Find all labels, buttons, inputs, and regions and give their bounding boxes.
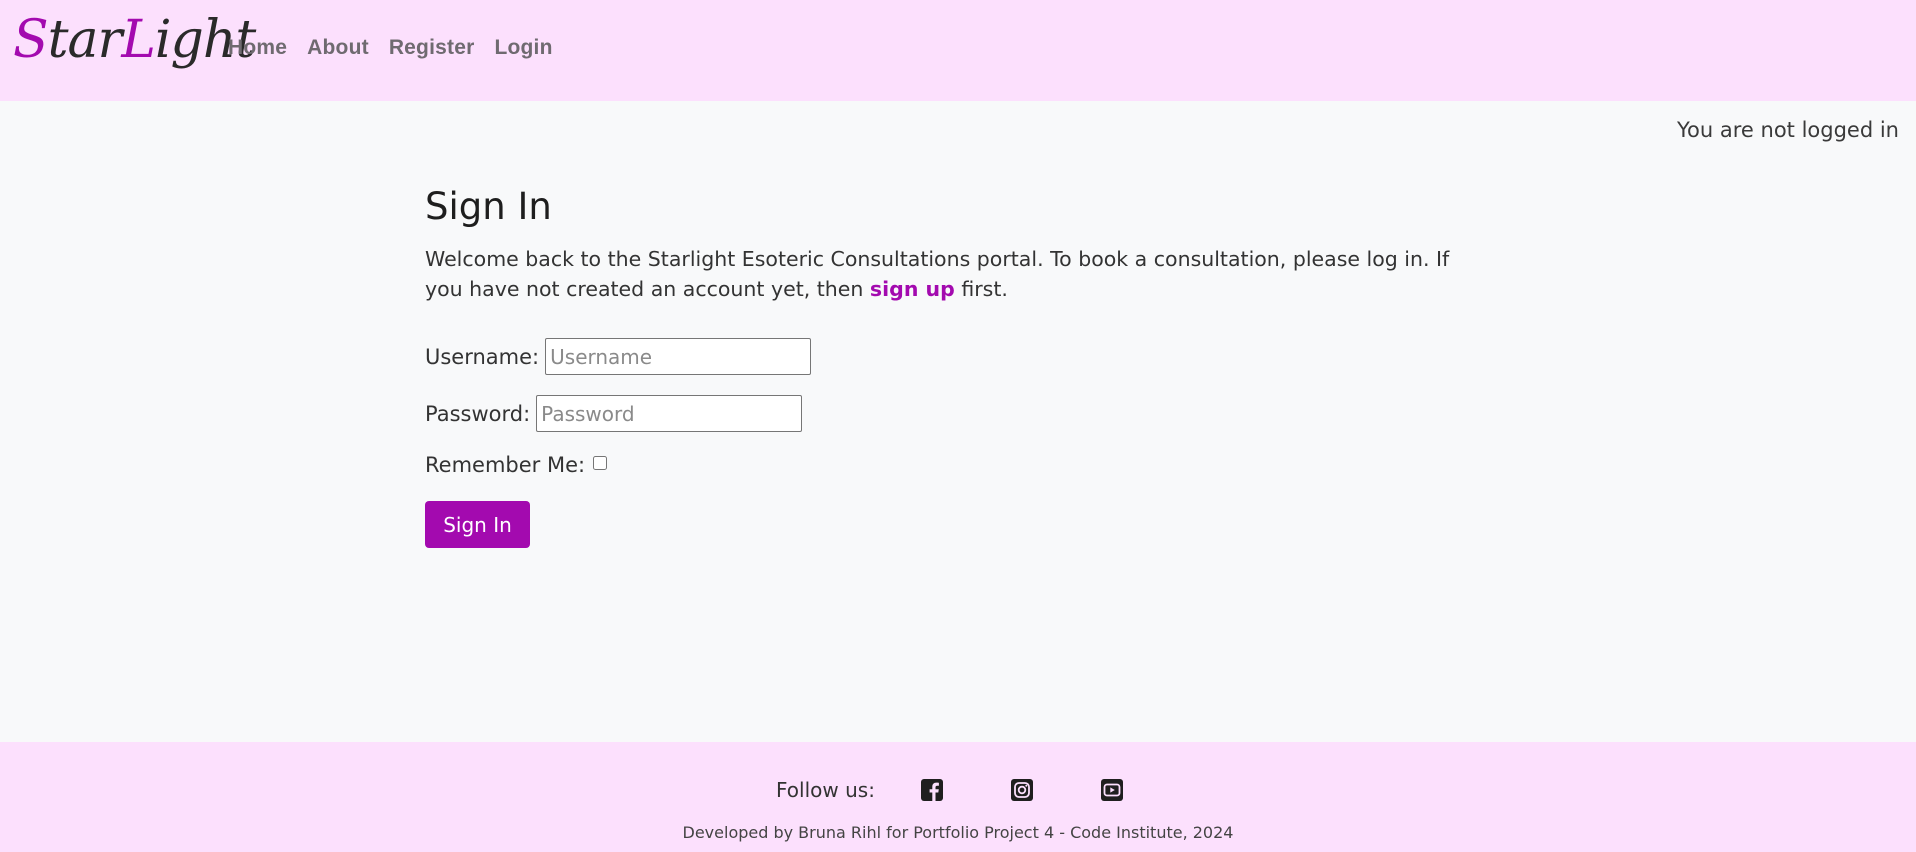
nav-item: Register: [389, 36, 475, 60]
signin-button[interactable]: Sign In: [425, 501, 530, 548]
intro-text-end: first.: [954, 277, 1008, 301]
nav-item: Home: [228, 36, 287, 60]
password-label: Password:: [425, 401, 531, 426]
brand-letter-l: L: [121, 10, 156, 70]
nav-item: About: [307, 36, 369, 60]
youtube-icon[interactable]: [1100, 778, 1124, 802]
nav-link-about[interactable]: About: [307, 36, 369, 59]
brand-letters-tar: tar: [47, 10, 123, 70]
remember-row: Remember Me:: [425, 453, 608, 477]
navbar: Star Light Home About Register Login: [0, 0, 1916, 101]
brand-letter-s: S: [13, 10, 49, 70]
nav-link-home[interactable]: Home: [228, 36, 287, 59]
social-links: [920, 778, 1124, 802]
facebook-icon[interactable]: [920, 778, 944, 802]
password-input[interactable]: [536, 395, 803, 432]
nav-item: Login: [494, 36, 552, 60]
remember-checkbox[interactable]: [593, 456, 608, 470]
signup-link[interactable]: sign up: [870, 277, 955, 301]
follow-us: Follow us:: [776, 778, 1124, 802]
instagram-icon[interactable]: [1010, 778, 1034, 802]
username-row: Username:: [425, 338, 812, 375]
page-title: Sign In: [425, 185, 552, 228]
intro-text: Welcome back to the Starlight Esoteric C…: [425, 244, 1485, 304]
remember-label: Remember Me:: [425, 453, 586, 477]
brand-logo[interactable]: Star Light: [13, 10, 256, 70]
nav-link-login[interactable]: Login: [494, 36, 552, 59]
login-status: You are not logged in: [1677, 118, 1899, 142]
follow-label: Follow us:: [776, 778, 875, 802]
nav-links: Home About Register Login: [228, 36, 553, 60]
footer: Follow us: Developed by Bruna Rihl for P…: [0, 742, 1916, 852]
signin-section: Sign In Welcome back to the Starlight Es…: [425, 185, 1505, 548]
password-row: Password:: [425, 395, 803, 432]
username-input[interactable]: [545, 338, 812, 375]
footer-credit: Developed by Bruna Rihl for Portfolio Pr…: [682, 823, 1234, 842]
username-label: Username:: [425, 344, 540, 369]
nav-link-register[interactable]: Register: [389, 36, 475, 59]
